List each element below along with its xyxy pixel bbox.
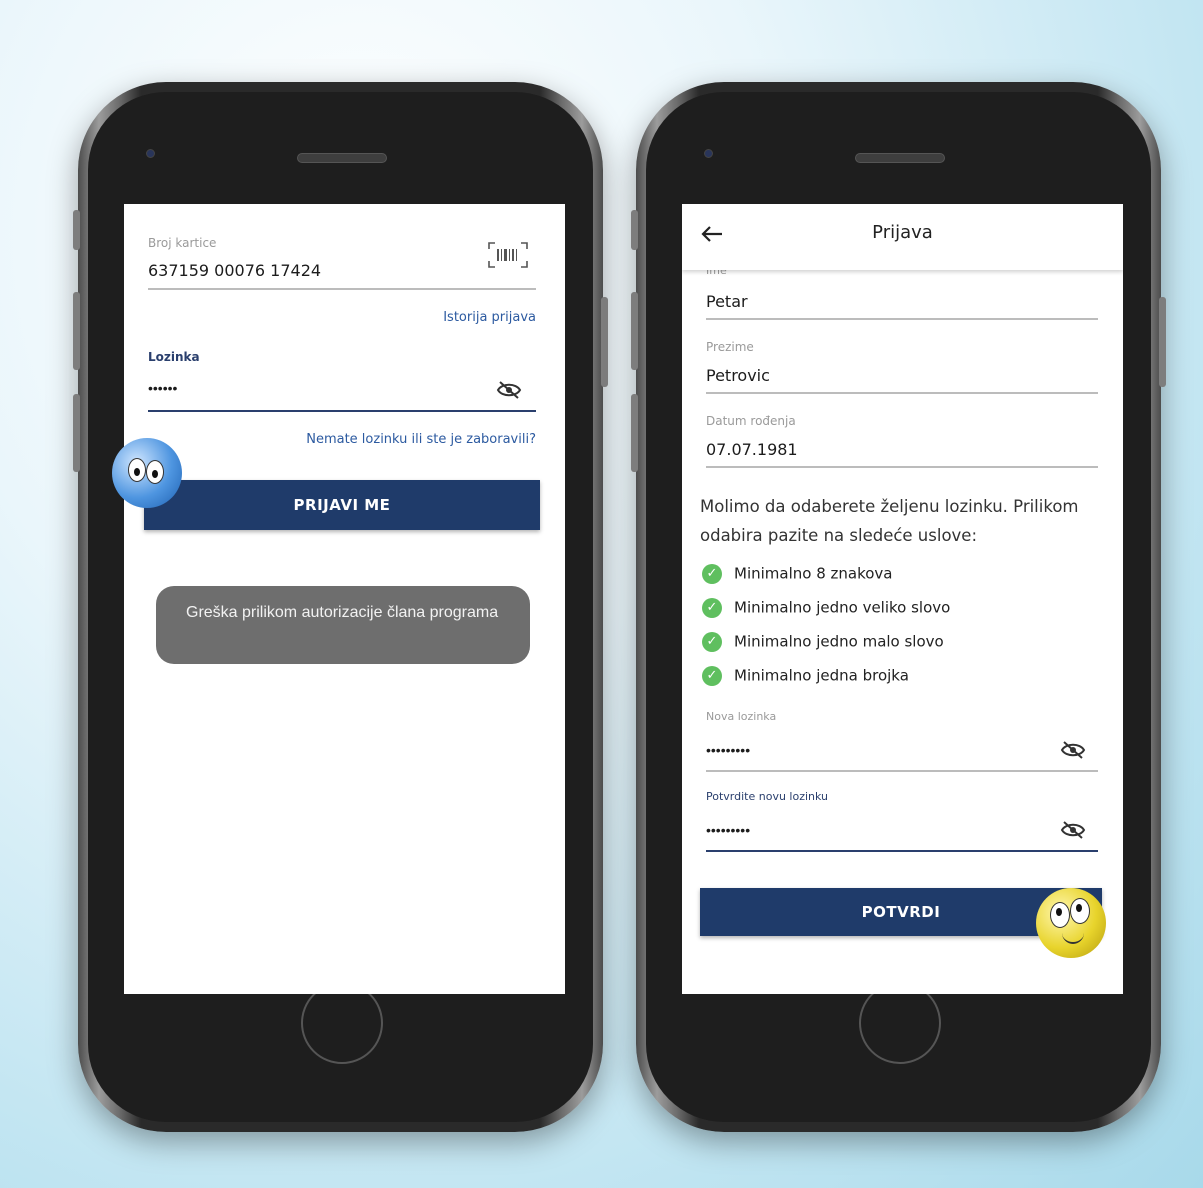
home-button[interactable] — [300, 982, 383, 1064]
right-phone: Prijava Ime Petar Prezime Petrovic Datum… — [631, 82, 1166, 1132]
volume-down-button — [73, 394, 80, 472]
rule-min-length: ✓ Minimalno 8 znakova — [702, 564, 893, 584]
eye-off-icon[interactable] — [496, 380, 522, 400]
last-name-input[interactable]: Petrovic — [706, 366, 770, 385]
front-camera — [704, 149, 713, 158]
rule-uppercase: ✓ Minimalno jedno veliko slovo — [702, 598, 950, 618]
left-phone: Broj kartice 637159 00076 17424 Istorija… — [73, 82, 608, 1132]
first-name-input[interactable]: Petar — [706, 292, 748, 311]
power-button — [1159, 297, 1166, 387]
confirm-password-label: Potvrdite novu lozinku — [706, 790, 829, 803]
phone-body: Broj kartice 637159 00076 17424 Istorija… — [88, 92, 593, 1122]
password-instructions: Molimo da odaberete željenu lozinku. Pri… — [700, 497, 1079, 545]
volume-down-button — [631, 394, 638, 472]
forgot-password-link[interactable]: Nemate lozinku ili ste je zaboravili? — [306, 432, 536, 447]
check-circle-icon: ✓ — [702, 632, 722, 652]
check-circle-icon: ✓ — [702, 598, 722, 618]
speaker — [296, 153, 387, 163]
register-screen: Prijava Ime Petar Prezime Petrovic Datum… — [682, 204, 1123, 994]
password-underline — [148, 410, 536, 412]
eye-off-icon[interactable] — [1060, 740, 1086, 760]
home-button[interactable] — [858, 982, 941, 1064]
new-password-input[interactable]: ••••••••• — [706, 742, 750, 758]
page-title: Prijava — [872, 222, 933, 243]
front-camera — [146, 149, 155, 158]
login-history-link[interactable]: Istorija prijava — [443, 310, 536, 325]
eye-off-icon[interactable] — [1060, 820, 1086, 840]
first-name-underline — [706, 318, 1098, 320]
check-circle-icon: ✓ — [702, 666, 722, 686]
power-button — [601, 297, 608, 387]
barcode-icon[interactable] — [486, 240, 530, 270]
error-toast: Greška prilikom autorizacije člana progr… — [156, 586, 530, 664]
rule-lowercase: ✓ Minimalno jedno malo slovo — [702, 632, 944, 652]
last-name-label: Prezime — [706, 340, 754, 354]
speaker — [854, 153, 945, 163]
volume-up-button — [631, 292, 638, 370]
card-number-input[interactable]: 637159 00076 17424 — [148, 261, 321, 280]
password-input[interactable]: •••••• — [148, 380, 177, 396]
login-screen: Broj kartice 637159 00076 17424 Istorija… — [124, 204, 565, 994]
last-name-underline — [706, 392, 1098, 394]
login-button[interactable]: PRIJAVI ME — [144, 480, 540, 530]
confirm-password-input[interactable]: ••••••••• — [706, 822, 750, 838]
app-bar: Prijava — [682, 204, 1123, 270]
phone-body: Prijava Ime Petar Prezime Petrovic Datum… — [646, 92, 1151, 1122]
card-number-underline — [148, 288, 536, 290]
rule-digit: ✓ Minimalno jedna brojka — [702, 666, 909, 686]
dob-input[interactable]: 07.07.1981 — [706, 440, 798, 459]
password-label: Lozinka — [148, 350, 200, 364]
mute-switch — [631, 210, 638, 250]
dob-label: Datum rođenja — [706, 414, 796, 428]
new-password-underline — [706, 770, 1098, 772]
card-number-label: Broj kartice — [148, 236, 217, 250]
mute-switch — [73, 210, 80, 250]
check-circle-icon: ✓ — [702, 564, 722, 584]
confirm-password-underline — [706, 850, 1098, 852]
new-password-label: Nova lozinka — [706, 710, 777, 723]
mascot-blue-icon — [112, 438, 182, 508]
mascot-yellow-icon — [1036, 888, 1106, 958]
volume-up-button — [73, 292, 80, 370]
dob-underline — [706, 466, 1098, 468]
